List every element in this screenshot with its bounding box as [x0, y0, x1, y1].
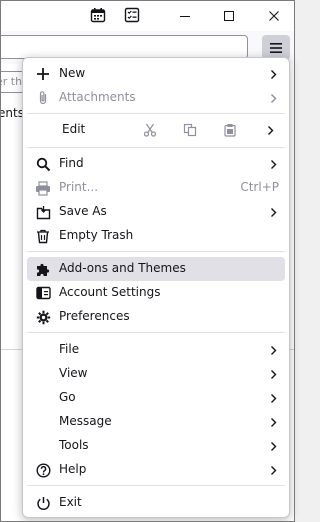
menu-item-label: Empty Trash	[59, 228, 134, 242]
chevron-right-icon	[269, 391, 277, 405]
menu-item-label: Save As	[59, 204, 107, 218]
menu-item-label: New	[59, 66, 86, 80]
account-settings-icon	[33, 283, 53, 303]
maximize-icon	[224, 10, 234, 21]
menu-separator	[27, 485, 285, 486]
chevron-right-icon	[269, 463, 277, 477]
menu-item-label: Help	[59, 462, 87, 476]
chevron-right-icon	[269, 91, 277, 105]
menu-edit-row: Edit	[27, 118, 285, 142]
menu-item-new[interactable]: New	[27, 62, 285, 86]
chevron-right-icon	[269, 205, 277, 219]
chevron-right-icon	[269, 67, 277, 81]
paperclip-icon	[33, 88, 53, 108]
menu-item-label: File	[59, 342, 80, 356]
menu-separator	[27, 147, 285, 148]
menu-item-label: Go	[59, 390, 76, 404]
menu-item-label: Account Settings	[59, 285, 161, 299]
save-as-icon	[33, 202, 53, 222]
menu-item-label: Find	[59, 156, 84, 170]
printer-icon	[33, 178, 53, 198]
menu-item-tools[interactable]: Tools	[27, 434, 285, 458]
copy-icon	[183, 123, 197, 137]
copy-button[interactable]	[179, 120, 201, 140]
chevron-right-icon	[269, 343, 277, 357]
menu-item-label: Message	[59, 414, 112, 428]
filter-placeholder: er th	[0, 75, 23, 88]
paste-button[interactable]	[219, 120, 241, 140]
help-icon	[33, 460, 53, 480]
cut-button[interactable]	[139, 120, 161, 140]
menu-item-view[interactable]: View	[27, 362, 285, 386]
app-menu: New Attachments Edit Find Print... Ctrl+…	[22, 57, 290, 518]
menu-item-label: Exit	[59, 495, 82, 509]
edit-submenu-button[interactable]	[259, 120, 281, 140]
menu-item-empty-trash[interactable]: Empty Trash	[27, 224, 285, 248]
chevron-right-icon	[267, 125, 273, 135]
close-button[interactable]	[252, 0, 296, 31]
menu-item-go[interactable]: Go	[27, 386, 285, 410]
menu-item-find[interactable]: Find	[27, 152, 285, 176]
search-input[interactable]	[0, 35, 248, 59]
menu-item-file[interactable]: File	[27, 338, 285, 362]
menu-item-preferences[interactable]: Preferences	[27, 305, 285, 329]
chevron-right-icon	[269, 367, 277, 381]
chevron-right-icon	[269, 439, 277, 453]
menu-item-message[interactable]: Message	[27, 410, 285, 434]
keyboard-shortcut: Ctrl+P	[240, 180, 279, 194]
menu-separator	[27, 251, 285, 252]
menu-item-help[interactable]: Help	[27, 458, 285, 482]
search-icon	[33, 154, 53, 174]
minimize-button[interactable]	[163, 0, 207, 31]
menu-separator	[27, 332, 285, 333]
menu-item-addons-themes[interactable]: Add-ons and Themes	[27, 257, 285, 281]
hamburger-menu-icon	[270, 42, 282, 53]
menu-item-label: Add-ons and Themes	[59, 261, 186, 275]
minimize-icon	[180, 15, 190, 17]
chevron-right-icon	[269, 157, 277, 171]
paste-icon	[224, 124, 236, 137]
menu-item-attachments[interactable]: Attachments	[27, 86, 285, 110]
menu-item-exit[interactable]: Exit	[27, 491, 285, 515]
menu-item-label: Print...	[59, 180, 99, 194]
menu-item-label: Preferences	[59, 309, 130, 323]
maximize-button[interactable]	[207, 0, 251, 31]
title-bar	[0, 0, 295, 31]
plus-icon	[33, 64, 53, 84]
menu-item-print[interactable]: Print... Ctrl+P	[27, 176, 285, 200]
chevron-right-icon	[269, 415, 277, 429]
cut-icon	[143, 123, 157, 137]
menu-item-account-settings[interactable]: Account Settings	[27, 281, 285, 305]
menu-item-label: View	[59, 366, 88, 380]
menu-item-label: Attachments	[59, 90, 136, 104]
list-text: ents	[0, 106, 24, 120]
trash-icon	[33, 226, 53, 246]
edit-label: Edit	[62, 122, 86, 136]
puzzle-icon	[33, 259, 53, 279]
tasks-icon[interactable]	[121, 4, 143, 26]
gear-icon	[33, 307, 53, 327]
menu-item-save-as[interactable]: Save As	[27, 200, 285, 224]
close-icon	[269, 10, 279, 21]
menu-separator	[27, 113, 285, 114]
menu-item-label: Tools	[59, 438, 89, 452]
power-icon	[33, 493, 53, 513]
calendar-icon[interactable]	[87, 4, 109, 26]
